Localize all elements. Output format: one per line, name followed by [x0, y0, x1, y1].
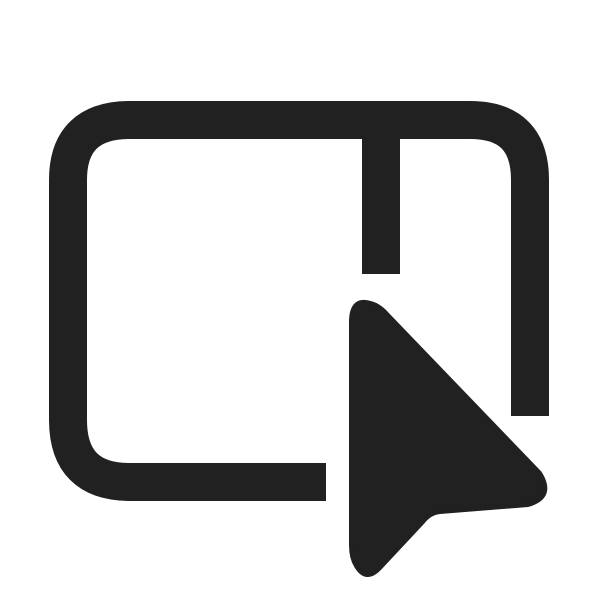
window-split-cursor-icon [49, 101, 549, 577]
icon-canvas [0, 0, 600, 600]
